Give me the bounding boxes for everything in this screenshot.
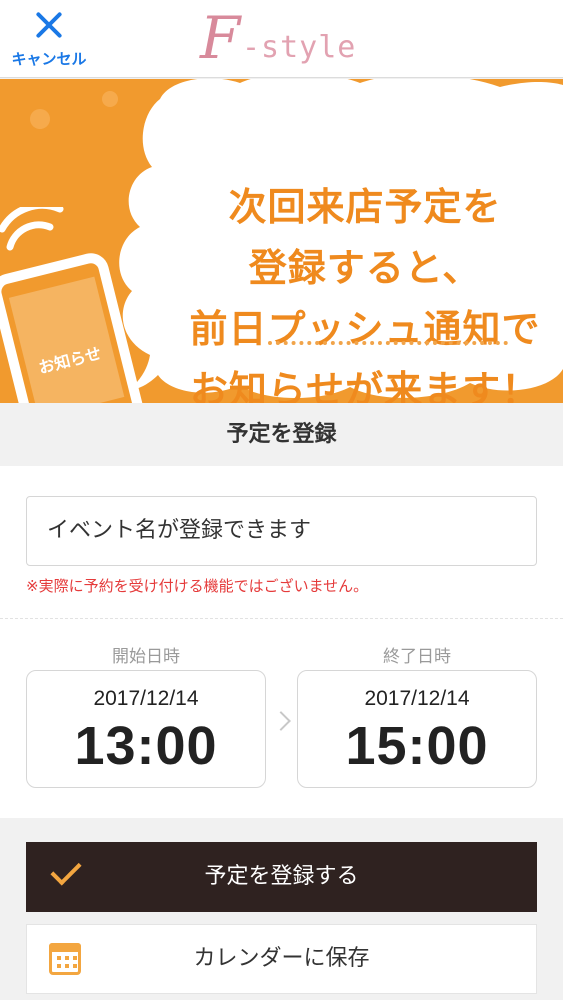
close-icon <box>34 10 64 40</box>
notice-text: ※実際に予約を受け付ける機能ではございません。 <box>26 577 369 595</box>
end-date: 2017/12/14 <box>364 687 470 710</box>
start-date: 2017/12/14 <box>93 687 199 710</box>
divider <box>0 618 563 619</box>
phone-screen: お知らせ <box>8 276 125 403</box>
banner-line-4: お知らせが来ます！ <box>189 368 541 403</box>
cancel-button[interactable]: キャンセル <box>6 10 92 70</box>
register-schedule-label: 予定を登録する <box>204 864 359 889</box>
banner-line-3: 前日プッシュ通知で <box>189 307 541 351</box>
logo-text: -style <box>242 30 357 65</box>
cancel-label: キャンセル <box>11 50 87 68</box>
save-to-calendar-button[interactable]: カレンダーに保存 <box>26 924 537 994</box>
banner-line-2: 登録すると、 <box>248 246 482 290</box>
end-datetime-label: 終了日時 <box>383 647 451 667</box>
save-to-calendar-label: カレンダーに保存 <box>193 946 370 971</box>
end-time: 15:00 <box>345 716 489 776</box>
start-datetime-picker[interactable]: 2017/12/14 13:00 <box>26 670 266 788</box>
logo-initial: F <box>200 4 241 72</box>
f-style-logo: F -style <box>200 4 400 72</box>
start-time: 13:00 <box>74 716 218 776</box>
push-notification-banner: お知らせ 次回来店予定を 登録すると、 前日プッシュ通知で お知らせが来ます！ <box>0 79 563 403</box>
event-name-input[interactable]: イベント名が登録できます <box>26 496 537 566</box>
chevron-right-icon <box>271 711 291 731</box>
section-title: 予定を登録 <box>0 404 563 466</box>
dotted-underline <box>268 341 508 347</box>
start-datetime-label: 開始日時 <box>112 647 180 667</box>
end-datetime-picker[interactable]: 2017/12/14 15:00 <box>297 670 537 788</box>
phone-screen-label: お知らせ <box>36 343 104 378</box>
register-schedule-button[interactable]: 予定を登録する <box>26 842 537 912</box>
schedule-form: イベント名が登録できます ※実際に予約を受け付ける機能ではございません。 開始日… <box>0 466 563 818</box>
app-header: キャンセル F -style <box>0 0 563 78</box>
banner-message: 次回来店予定を 登録すると、 前日プッシュ通知で お知らせが来ます！ <box>170 177 560 403</box>
banner-line-1: 次回来店予定を <box>228 185 502 229</box>
